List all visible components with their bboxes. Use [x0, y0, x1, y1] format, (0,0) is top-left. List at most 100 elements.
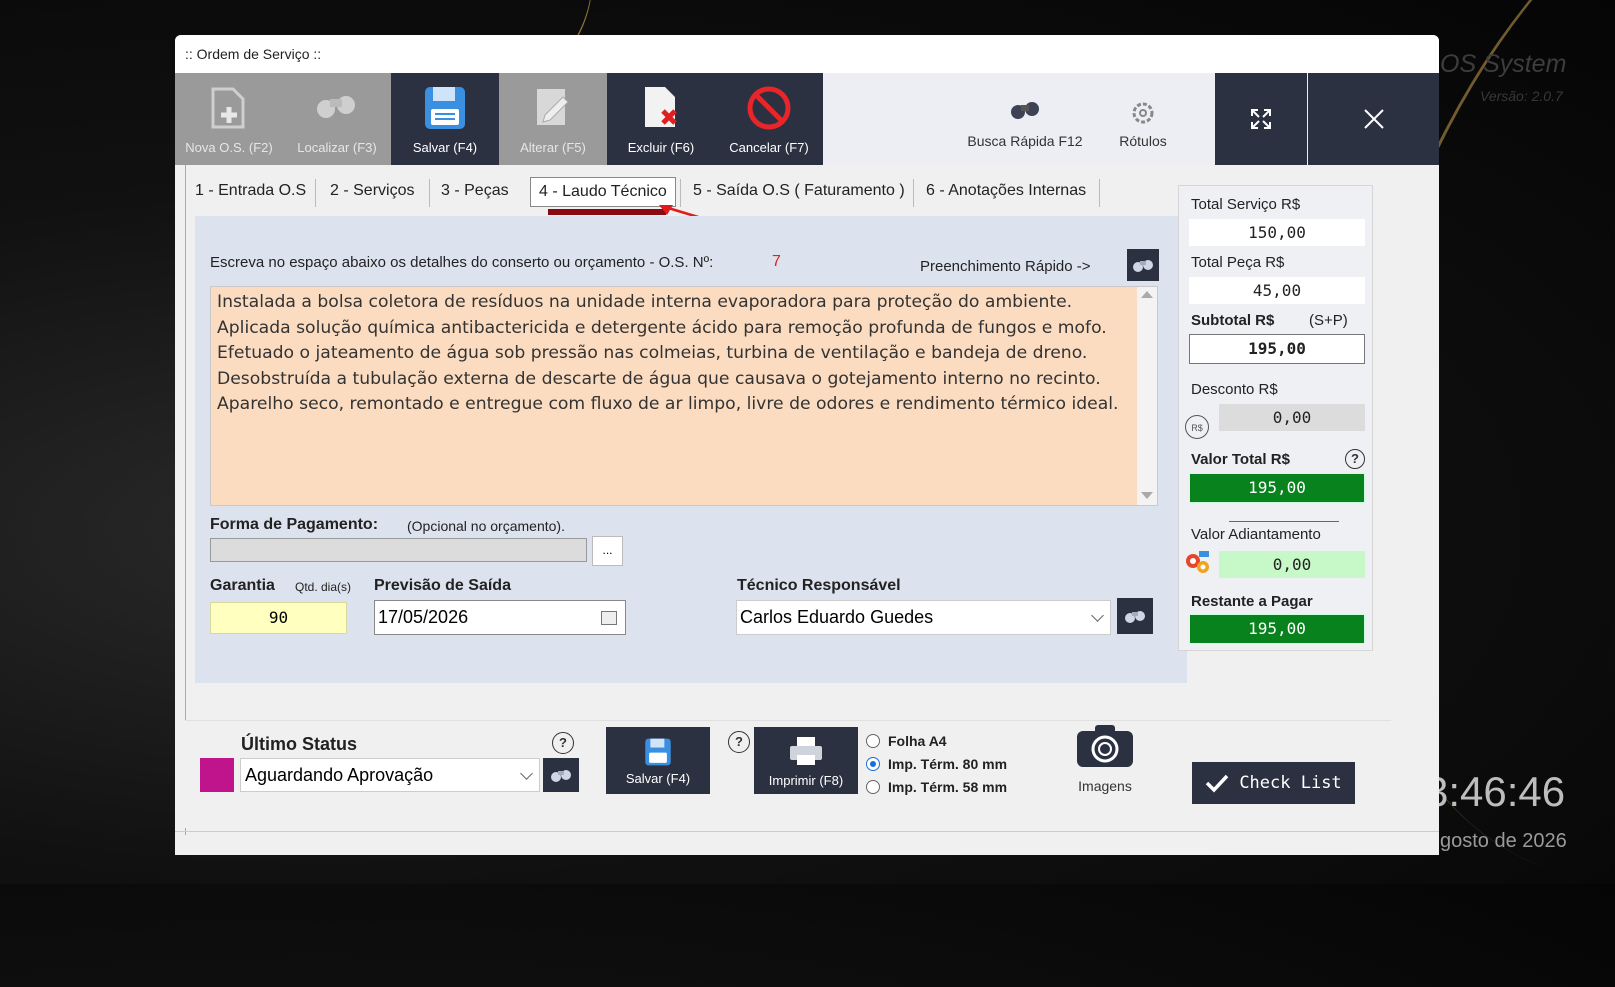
print-button[interactable]: Imprimir (F8)	[754, 727, 858, 794]
tab-anotacoes[interactable]: 6 - Anotações Internas	[926, 175, 1086, 207]
report-scrollbar[interactable]	[1137, 287, 1157, 505]
service-total-value: 150,00	[1189, 219, 1365, 246]
total-help-icon[interactable]: ?	[1345, 449, 1365, 469]
quick-search-button[interactable]: Busca Rápida F12	[965, 73, 1085, 165]
service-total-label: Total Serviço R$	[1191, 196, 1301, 213]
discount-input[interactable]: 0,00	[1219, 404, 1365, 431]
quick-fill-button[interactable]	[1127, 249, 1159, 281]
edit-button[interactable]: Alterar (F5)	[499, 73, 607, 165]
camera-icon	[1077, 725, 1133, 767]
background-brand: OS System	[1440, 50, 1567, 78]
images-button[interactable]: Imagens	[1065, 723, 1145, 803]
radio-icon[interactable]	[866, 734, 880, 748]
close-window-button[interactable]	[1308, 73, 1439, 165]
print-option-80mm-label: Imp. Térm. 80 mm	[888, 756, 1008, 772]
radio-icon[interactable]	[866, 780, 880, 794]
add-document-icon	[211, 87, 245, 129]
payment-method-field[interactable]	[210, 538, 587, 562]
advance-input[interactable]: 0,00	[1219, 551, 1365, 578]
subtotal-hint: (S+P)	[1309, 312, 1348, 329]
background-version: Versão: 2.0.7	[1480, 88, 1563, 104]
save-label: Salvar (F4)	[412, 140, 478, 155]
scroll-up-icon[interactable]	[1141, 291, 1153, 298]
floppy-disk-icon	[425, 87, 465, 129]
technician-select[interactable]: Carlos Eduardo Guedes	[736, 600, 1111, 635]
technician-search-button[interactable]	[1117, 598, 1153, 634]
chevron-down-icon	[520, 767, 533, 780]
printer-icon	[790, 737, 822, 765]
checklist-button[interactable]: Check List	[1192, 762, 1355, 804]
labels-button[interactable]: Rótulos	[1110, 73, 1176, 165]
tab-laudo-tecnico[interactable]: 4 - Laudo Técnico	[530, 177, 676, 207]
tab-separator	[913, 179, 914, 207]
status-bar-divider	[175, 831, 1439, 832]
bottom-panel: Último Status ? Aguardando Aprovação Sal…	[185, 720, 1391, 828]
warranty-days-input[interactable]: 90	[210, 602, 347, 634]
active-tab-underline	[548, 209, 666, 215]
totals-divider	[1229, 521, 1339, 522]
status-search-button[interactable]	[543, 758, 579, 792]
radio-selected-icon[interactable]	[866, 757, 880, 771]
close-icon	[1363, 109, 1384, 129]
status-select[interactable]: Aguardando Aprovação	[240, 758, 540, 792]
print-option-a4-label: Folha A4	[888, 733, 947, 749]
tab-pecas[interactable]: 3 - Peças	[441, 175, 509, 207]
laudo-panel: Escreva no espaço abaixo os detalhes do …	[195, 216, 1187, 683]
background-clock: 3:46:46	[1425, 768, 1566, 815]
save-button[interactable]: Salvar (F4)	[391, 73, 499, 165]
tab-separator	[1099, 179, 1100, 207]
currency-icon[interactable]: R$	[1185, 415, 1209, 439]
payment-browse-button[interactable]: ...	[592, 536, 623, 566]
new-os-label: Nova O.S. (F2)	[185, 140, 273, 155]
remaining-label: Restante a Pagar	[1191, 593, 1313, 610]
delete-label: Excluir (F6)	[627, 140, 695, 155]
expand-icon	[1251, 109, 1271, 129]
exit-date-value: 17/05/2026	[378, 607, 469, 627]
report-instruction: Escreva no espaço abaixo os detalhes do …	[210, 254, 714, 271]
subtotal-value: 195,00	[1189, 334, 1365, 364]
technician-label: Técnico Responsável	[737, 577, 901, 594]
chevron-down-icon	[1091, 609, 1104, 622]
tab-servicos[interactable]: 2 - Serviços	[330, 175, 414, 207]
status-color-swatch	[200, 758, 234, 792]
status-help-icon[interactable]: ?	[552, 732, 574, 754]
print-option-80mm[interactable]: Imp. Térm. 80 mm	[866, 756, 1007, 772]
cancel-button[interactable]: Cancelar (F7)	[715, 73, 823, 165]
exit-date-picker[interactable]: 17/05/2026	[374, 600, 626, 635]
os-number: 7	[772, 253, 781, 270]
payment-gears-icon[interactable]	[1183, 547, 1213, 577]
technical-report-textarea[interactable]: Instalada a bolsa coletora de resíduos n…	[210, 286, 1158, 506]
labels-label: Rótulos	[1119, 133, 1167, 149]
discount-label: Desconto R$	[1191, 381, 1278, 398]
toolbar: Nova O.S. (F2) Localizar (F3) Salvar (F4…	[175, 73, 1439, 165]
delete-button[interactable]: Excluir (F6)	[607, 73, 715, 165]
last-status-label: Último Status	[241, 734, 358, 754]
floppy-disk-icon	[645, 738, 671, 766]
subtotal-label: Subtotal R$	[1191, 312, 1275, 329]
cancel-label: Cancelar (F7)	[729, 140, 809, 155]
grand-total-label: Valor Total R$	[1191, 451, 1290, 468]
scroll-down-icon[interactable]	[1141, 492, 1153, 499]
calendar-icon[interactable]	[601, 611, 617, 625]
print-option-58mm[interactable]: Imp. Térm. 58 mm	[866, 779, 1007, 795]
tab-separator	[315, 179, 316, 207]
payment-optional-note: (Opcional no orçamento).	[407, 518, 565, 534]
warranty-unit: Qtd. dia(s)	[295, 580, 352, 594]
remaining-value: 195,00	[1189, 614, 1365, 644]
print-option-a4[interactable]: Folha A4	[866, 733, 947, 749]
binoculars-icon	[1011, 102, 1039, 119]
prohibited-icon	[747, 86, 791, 130]
print-help-icon[interactable]: ?	[728, 731, 750, 753]
technical-report-text: Instalada a bolsa coletora de resíduos n…	[217, 292, 1119, 414]
warranty-label: Garantia	[210, 577, 275, 594]
grand-total-value: 195,00	[1189, 473, 1365, 503]
find-button[interactable]: Localizar (F3)	[283, 73, 391, 165]
new-os-button[interactable]: Nova O.S. (F2)	[175, 73, 283, 165]
checkmark-icon	[1206, 774, 1229, 793]
totals-panel: Total Serviço R$ 150,00 Total Peça R$ 45…	[1178, 185, 1373, 651]
maximize-button[interactable]	[1215, 73, 1307, 165]
service-order-window: :: Ordem de Serviço :: Nova O.S. (F2) Lo…	[175, 35, 1439, 855]
bottom-save-button[interactable]: Salvar (F4)	[606, 727, 710, 794]
tab-entrada[interactable]: 1 - Entrada O.S	[195, 175, 306, 207]
binoculars-icon	[1133, 260, 1153, 272]
